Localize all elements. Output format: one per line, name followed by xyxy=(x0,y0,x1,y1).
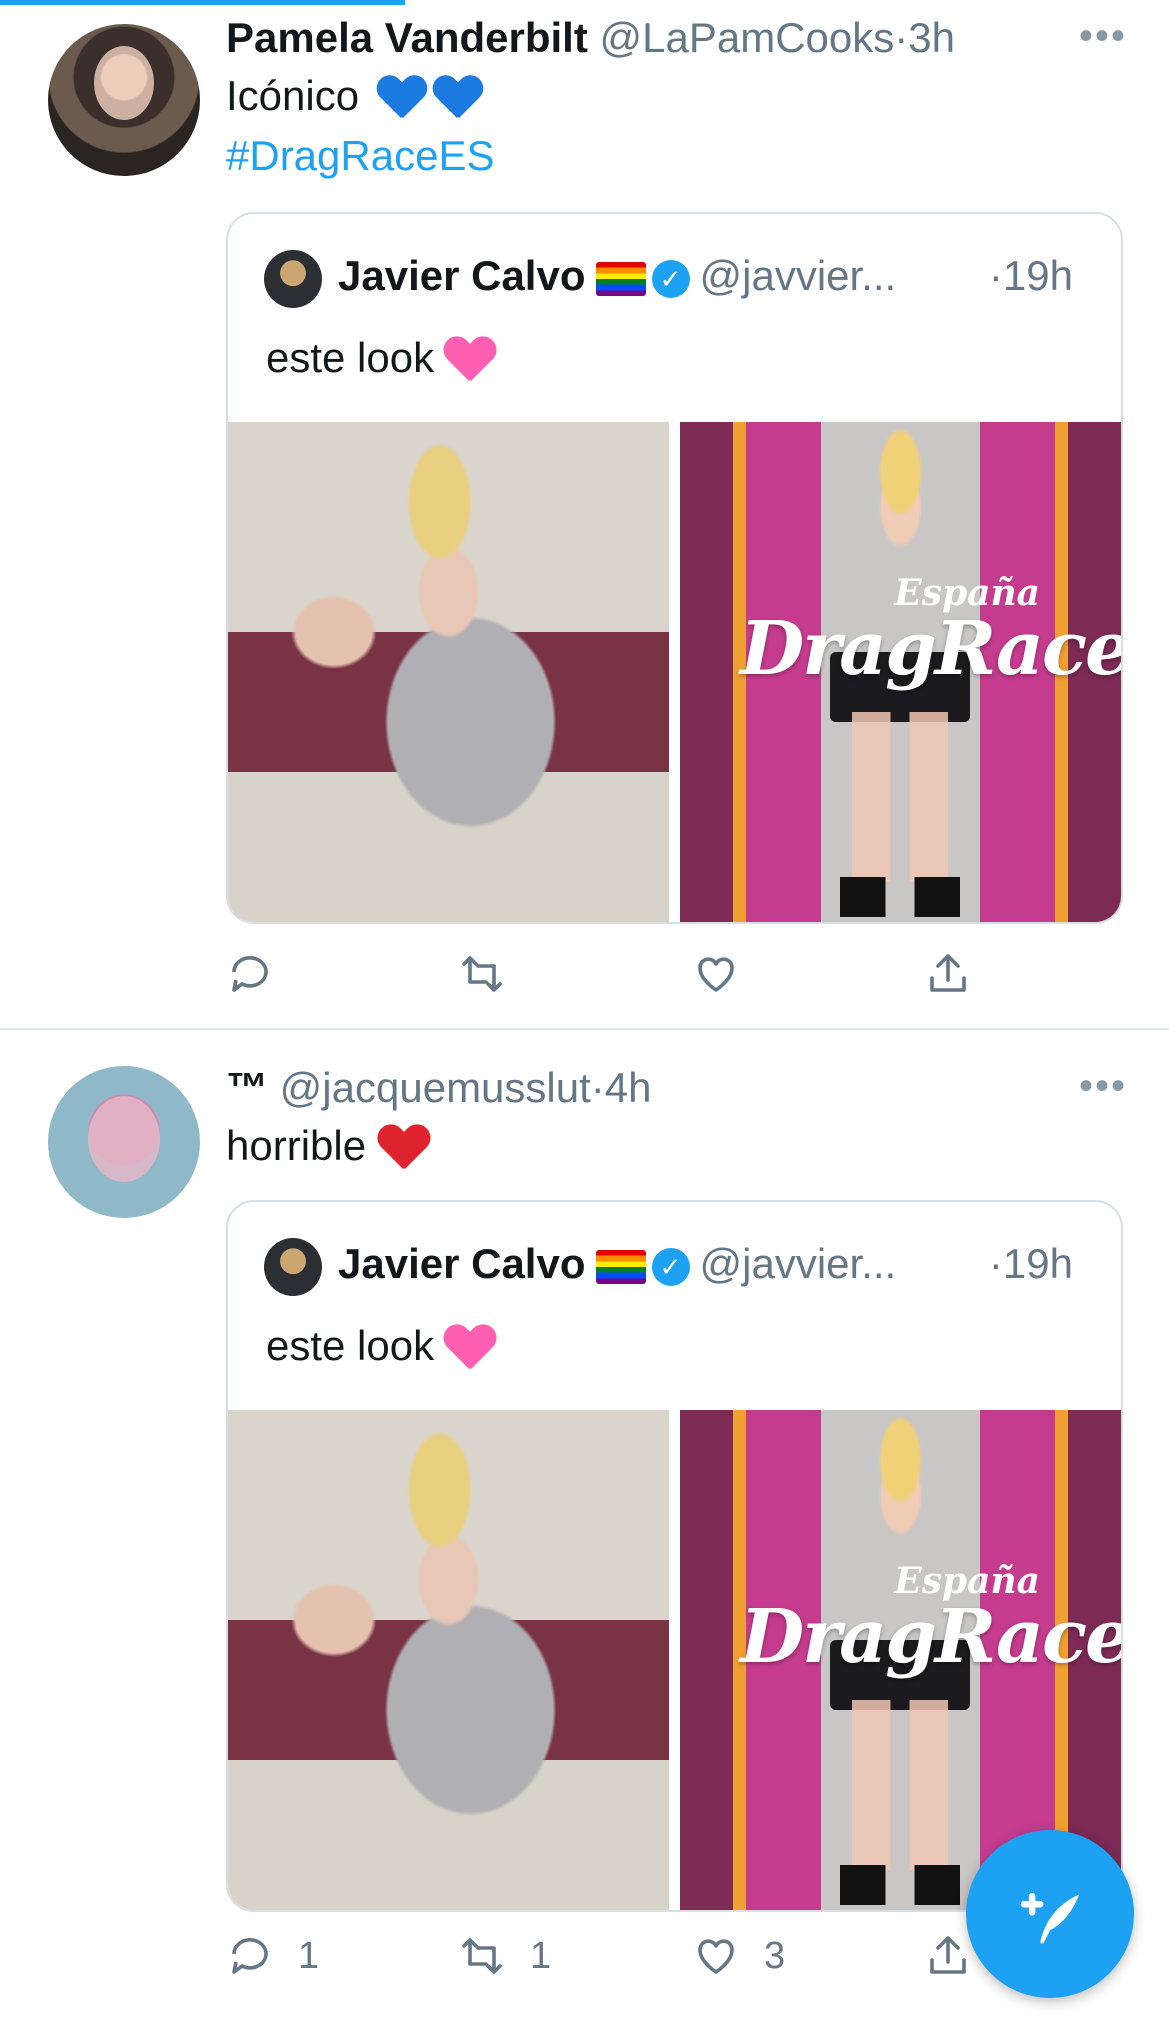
like-icon xyxy=(698,957,734,992)
like-button[interactable] xyxy=(692,944,764,1004)
share-icon xyxy=(930,1936,966,1974)
tweet-time[interactable]: 3h xyxy=(908,14,955,61)
separator-dot: · xyxy=(988,1240,1003,1287)
quoted-author-handle: @javvier... xyxy=(699,252,897,299)
avatar[interactable] xyxy=(48,24,200,176)
two-hearts-icon xyxy=(444,337,496,385)
retweet-button[interactable]: 1 xyxy=(458,1926,551,1986)
tweet-text-content: horrible xyxy=(226,1122,367,1169)
quoted-time: ·19h xyxy=(989,252,1073,300)
verified-icon: ✓ xyxy=(651,1247,690,1286)
drag-race-espana-logo: España DragRace xyxy=(740,1560,1123,1680)
like-icon xyxy=(698,1939,734,1974)
retweet-icon xyxy=(462,956,502,992)
author-name[interactable]: ™ xyxy=(226,1064,268,1111)
tweet-actions: 1 1 3 xyxy=(226,1926,1026,1986)
logo-line-dragrace: DragRace xyxy=(740,1594,1123,1680)
drag-race-espana-logo: España DragRace xyxy=(740,572,1123,692)
tweet-actions xyxy=(226,944,1026,1004)
hashtag-link[interactable]: #DragRaceES xyxy=(226,132,494,180)
logo-line-dragrace: DragRace xyxy=(740,606,1123,692)
like-button[interactable]: 3 xyxy=(692,1926,785,1986)
separator-dot: · xyxy=(988,252,1003,299)
blue-heart-icon xyxy=(433,76,483,122)
quoted-text: este look xyxy=(266,1322,496,1373)
compose-tweet-icon xyxy=(1020,1892,1080,1944)
retweet-icon xyxy=(462,1938,502,1974)
avatar-face xyxy=(94,46,154,120)
quoted-avatar[interactable] xyxy=(264,250,322,308)
tweet-text: horrible xyxy=(226,1122,430,1173)
tweet-header: Pamela Vanderbilt @LaPamCooks·3h xyxy=(226,14,955,62)
reply-count: 1 xyxy=(298,1934,320,1977)
share-icon xyxy=(930,954,966,992)
retweet-count: 1 xyxy=(530,1934,552,1977)
reply-button[interactable] xyxy=(226,944,298,1004)
photo-detail xyxy=(852,1700,948,1870)
author-name[interactable]: Pamela Vanderbilt xyxy=(226,14,588,61)
quoted-header: Javier Calvo ✓ @javvier... xyxy=(338,1240,896,1288)
quoted-tweet[interactable]: Javier Calvo ✓ @javvier... ·19h este look … xyxy=(226,1200,1123,1912)
quoted-text-content: este look xyxy=(266,1322,435,1369)
rainbow-flag-icon xyxy=(595,261,646,296)
photo-detail xyxy=(852,712,948,882)
photo-detail xyxy=(840,1865,960,1905)
author-handle[interactable]: @LaPamCooks xyxy=(600,14,895,61)
tweet-text: Icónico xyxy=(226,72,483,122)
avatar-face xyxy=(88,1096,160,1182)
tweet-time[interactable]: 4h xyxy=(605,1064,652,1111)
photo-drag-race-promo[interactable]: España DragRace xyxy=(680,422,1121,922)
reply-icon xyxy=(232,1938,268,1974)
quoted-avatar[interactable] xyxy=(264,1238,322,1296)
verified-icon: ✓ xyxy=(651,259,690,298)
photo-detail xyxy=(840,877,960,917)
author-handle[interactable]: @jacquemusslut xyxy=(280,1064,591,1111)
reply-icon xyxy=(232,956,268,992)
quoted-author-name: Javier Calvo xyxy=(338,1240,586,1287)
two-hearts-icon xyxy=(444,1325,496,1373)
rainbow-flag-icon xyxy=(595,1249,646,1284)
tweet[interactable]: Pamela Vanderbilt @LaPamCooks·3h ••• Icó… xyxy=(0,0,1169,1028)
quoted-time-value: 19h xyxy=(1002,1240,1073,1287)
reply-button[interactable]: 1 xyxy=(226,1926,319,1986)
quoted-author-name: Javier Calvo xyxy=(338,252,586,299)
quoted-tweet[interactable]: Javier Calvo ✓ @javvier... ·19h este look … xyxy=(226,212,1123,924)
compose-tweet-button[interactable] xyxy=(966,1830,1134,1998)
tweet-header: ™ @jacquemusslut·4h xyxy=(226,1064,652,1112)
red-heart-icon xyxy=(378,1125,430,1173)
separator-dot: · xyxy=(894,14,909,61)
photo-cafeteria-selfie[interactable] xyxy=(228,422,669,922)
more-options-icon[interactable]: ••• xyxy=(1079,14,1127,59)
blue-heart-icon xyxy=(377,76,427,122)
photo-cafeteria-selfie[interactable] xyxy=(228,1410,669,1910)
quoted-time-value: 19h xyxy=(1002,252,1073,299)
like-count: 3 xyxy=(764,1934,786,1977)
share-button[interactable] xyxy=(924,944,972,1004)
avatar[interactable] xyxy=(48,1066,200,1218)
share-button[interactable] xyxy=(924,1926,972,1986)
quoted-time: ·19h xyxy=(989,1240,1073,1288)
more-options-icon[interactable]: ••• xyxy=(1079,1064,1127,1109)
retweet-button[interactable] xyxy=(458,944,530,1004)
tweet-text-content: Icónico xyxy=(226,72,360,119)
quoted-author-handle: @javvier... xyxy=(699,1240,897,1287)
quoted-text: este look xyxy=(266,334,496,385)
quoted-text-content: este look xyxy=(266,334,435,381)
separator-dot: · xyxy=(590,1064,605,1111)
quoted-header: Javier Calvo ✓ @javvier... xyxy=(338,252,896,300)
